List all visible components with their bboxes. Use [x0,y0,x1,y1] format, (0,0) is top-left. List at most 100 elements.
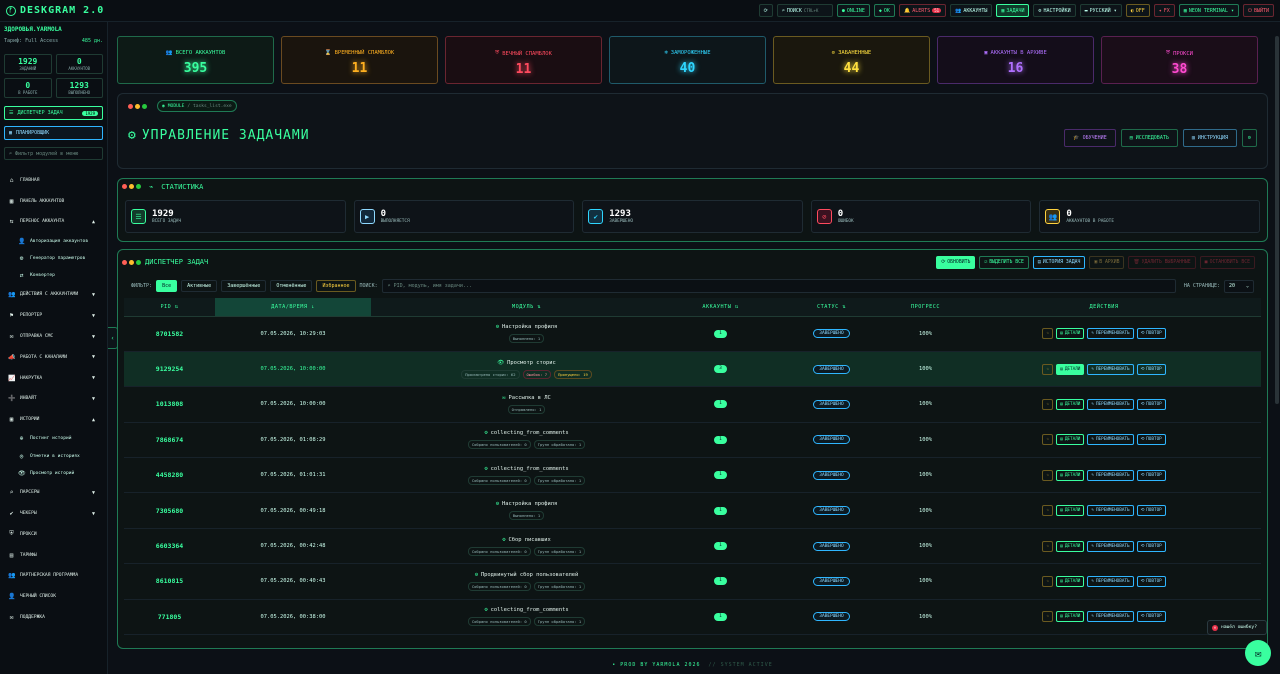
sidebar-item[interactable]: ▣ ИСТОРИИ ▲ [4,409,103,430]
sidebar-item[interactable]: 👤 Авторизация аккаунтов [4,232,103,249]
sidebar-item[interactable]: 👁 Просмотр историй [4,465,103,482]
topbar-fx-button[interactable]: ✦ FX [1153,4,1175,17]
chevron-down-icon[interactable]: ▼ [92,354,95,360]
table-row[interactable]: 7305680 07.05.2026, 00:49:18 ⚙ Настройка пр… [124,492,1261,529]
report-bug-popup[interactable]: × нашёл ошибку? [1207,620,1267,635]
topbar-online-button[interactable]: ● ONLINE [836,4,870,17]
repeat-button[interactable]: ⟲ ПОВТОР [1136,469,1166,481]
rename-button[interactable]: ✎ ПЕРЕИМЕНОВАТЬ [1087,540,1134,552]
table-row[interactable]: 6603364 07.05.2026, 00:42:48 ⚙ Сбор писавши… [124,528,1261,565]
sidebar-item[interactable]: 📣 РАБОТА С КАНАЛАМИ ▼ [4,347,103,368]
rename-button[interactable]: ✎ ПЕРЕИМЕНОВАТЬ [1087,469,1134,481]
sidebar-item[interactable]: 👥 ДЕЙСТВИЯ С АККАУНТАМИ ▼ [4,285,103,306]
rename-button[interactable]: ✎ ПЕРЕИМЕНОВАТЬ [1087,575,1134,587]
filter-button[interactable]: Все [156,280,178,292]
summary-card[interactable]: ▣ АККАУНТЫ В АРХИВЕ 16 [937,36,1094,84]
sidebar-item[interactable]: ➕ ИНВАЙТ ▼ [4,389,103,410]
chevron-down-icon[interactable]: ▼ [92,313,95,319]
repeat-button[interactable]: ⟲ ПОВТОР [1136,575,1166,587]
filter-button[interactable]: Завершённые [221,280,267,292]
column-header[interactable]: СТАТУС ⇅ [759,298,904,317]
pid-value[interactable]: 4458280 [156,471,183,479]
repeat-button[interactable]: ⟲ ПОВТОР [1136,505,1166,517]
favorite-star-icon[interactable]: ☆ [1042,540,1054,552]
table-row[interactable]: 4458280 07.05.2026, 01:01:31 ⚙ collecting_f… [124,457,1261,494]
planner-button[interactable]: ▦ ПЛАНИРОВЩИК [4,126,103,140]
dispatcher-button[interactable]: ☰ ДИСПЕТЧЕР ЗАДАЧ 1929 [4,106,103,120]
repeat-button[interactable]: ⟲ ПОВТОР [1136,328,1166,340]
details-button[interactable]: ▤ ДЕТАЛИ [1056,363,1085,375]
pid-value[interactable]: 8610815 [156,577,183,585]
dispatcher-button[interactable]: ☑ ВЫДЕЛИТЬ ВСЕ [979,255,1029,269]
repeat-button[interactable]: ⟲ ПОВТОР [1136,363,1166,375]
chevron-down-icon[interactable]: ▼ [92,396,95,402]
task-search-input[interactable]: ⌕ PID, модуль, имя задачи... [381,279,1176,293]
module-action-button[interactable]: 🎓 ОБУЧЕНИЕ [1064,129,1116,147]
chevron-down-icon[interactable]: ▼ [92,375,95,381]
repeat-button[interactable]: ⟲ ПОВТОР [1136,611,1166,623]
sidebar-item[interactable]: ✉ ОТПРАВКА СМС ▼ [4,326,103,347]
pid-value[interactable]: 7305680 [156,507,183,515]
details-button[interactable]: ▤ ДЕТАЛИ [1056,505,1085,517]
dispatcher-button[interactable]: ⟳ ОБНОВИТЬ [936,255,976,269]
details-button[interactable]: ▤ ДЕТАЛИ [1056,611,1085,623]
summary-card[interactable]: ⌛ ВРЕМЕННЫЙ СПАМБЛОК 11 [281,36,438,84]
settings-button[interactable]: ⚙ [1241,129,1257,147]
favorite-star-icon[interactable]: ☆ [1042,398,1054,410]
favorite-star-icon[interactable]: ☆ [1042,505,1054,517]
table-row[interactable]: 8701582 07.05.2026, 10:29:03 ⚙ Настройка пр… [124,316,1261,352]
column-header[interactable]: МОДУЛЬ ⇅ [371,298,682,317]
pid-value[interactable]: 771805 [158,613,181,621]
chevron-down-icon[interactable]: ▼ [92,292,95,298]
topbar-search-button[interactable]: ⌕ ПОИСК CTRL+K [776,4,833,17]
column-header[interactable]: АККАУНТЫ ⇅ [682,298,759,317]
rename-button[interactable]: ✎ ПЕРЕИМЕНОВАТЬ [1087,611,1134,623]
brand[interactable]: ᚠ DESKGRAM 2.0 [6,5,104,16]
filter-button[interactable]: Избранное [316,280,356,292]
details-button[interactable]: ▤ ДЕТАЛИ [1056,398,1085,410]
chevron-up-icon[interactable]: ▲ [92,219,95,225]
summary-card[interactable]: ⊘ ЗАБАНЕННЫЕ 44 [773,36,930,84]
close-icon[interactable]: × [1212,624,1218,631]
topbar-lang-button[interactable]: ▬ РУССКИЙ ▾ [1079,4,1122,17]
favorite-star-icon[interactable]: ☆ [1042,469,1054,481]
repeat-button[interactable]: ⟲ ПОВТОР [1136,540,1166,552]
sidebar-item[interactable]: ⌂ ГЛАВНАЯ [4,170,103,191]
pid-value[interactable]: 6603364 [156,542,183,550]
dispatcher-button[interactable]: ▤ ИСТОРИЯ ЗАДАЧ [1032,255,1086,269]
chevron-up-icon[interactable]: ▲ [92,417,95,423]
favorite-star-icon[interactable]: ☆ [1042,363,1054,375]
favorite-star-icon[interactable]: ☆ [1042,328,1054,340]
favorite-star-icon[interactable]: ☆ [1042,575,1054,587]
sidebar-item[interactable]: 👥 ПАРТНЕРСКАЯ ПРОГРАММА [4,566,103,587]
pid-value[interactable]: 8701582 [156,330,183,338]
favorite-star-icon[interactable]: ☆ [1042,611,1054,623]
pid-value[interactable]: 7868674 [156,436,183,444]
summary-card[interactable]: ⛨ ВЕЧНЫЙ СПАМБЛОК 11 [445,36,602,84]
sidebar-item[interactable]: ⚑ РЕПОРТЕР ▼ [4,305,103,326]
details-button[interactable]: ▤ ДЕТАЛИ [1056,540,1085,552]
filter-button[interactable]: Активные [181,280,218,292]
sidebar-item[interactable]: ⌕ ПАРСЕРЫ ▼ [4,482,103,503]
sidebar-item[interactable]: 📈 НАКРУТКА ▼ [4,368,103,389]
topbar-refresh-button[interactable]: ⟳ [758,4,773,17]
rename-button[interactable]: ✎ ПЕРЕИМЕНОВАТЬ [1087,505,1134,517]
favorite-star-icon[interactable]: ☆ [1042,434,1054,446]
details-button[interactable]: ▤ ДЕТАЛИ [1056,575,1085,587]
sidebar-item[interactable]: ⛨ ПРОКСИ [4,524,103,545]
details-button[interactable]: ▤ ДЕТАЛИ [1056,434,1085,446]
sidebar-item[interactable]: ✔ ЧЕКЕРЫ ▼ [4,503,103,524]
chat-button[interactable]: ✉ [1245,640,1271,666]
topbar-logout-button[interactable]: ⏻ ВЫЙТИ [1242,4,1274,17]
summary-card[interactable]: ⛨ ПРОКСИ 38 [1101,36,1258,84]
rename-button[interactable]: ✎ ПЕРЕИМЕНОВАТЬ [1087,398,1134,410]
table-row[interactable]: 8610815 07.05.2026, 00:40:43 ⚙ Продвинутый … [124,563,1261,600]
sidebar-item[interactable]: ✉ ПОДДЕРЖКА [4,607,103,628]
summary-card[interactable]: ❄ ЗАМОРОЖЕННЫЕ 40 [609,36,766,84]
page-scrollbar[interactable] [1275,36,1279,404]
per-page-select[interactable]: 20 ⌄ [1224,279,1254,293]
column-header[interactable]: PID ⇅ [124,298,215,317]
sidebar-item[interactable]: ⇆ ПЕРЕНОС АККАУНТА ▲ [4,212,103,233]
table-row[interactable]: 1013808 07.05.2026, 10:00:00 ✉ Рассылка в Л… [124,386,1261,423]
filter-button[interactable]: Отменённые [270,280,313,292]
